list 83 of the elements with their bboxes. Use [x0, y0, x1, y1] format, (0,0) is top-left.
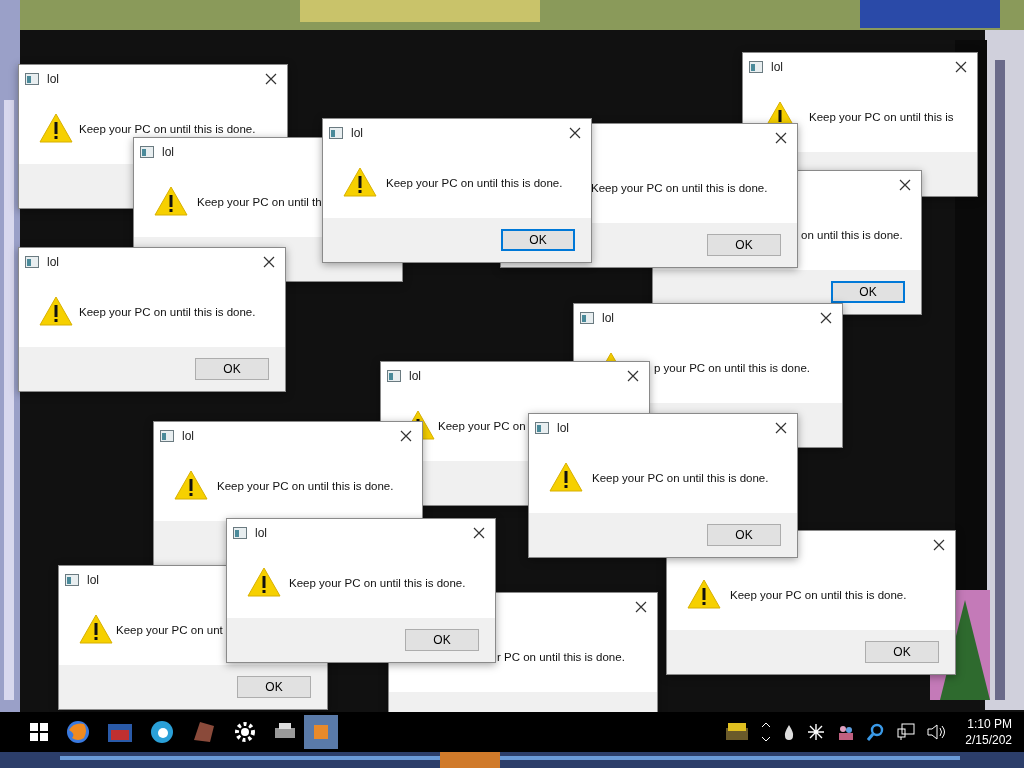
- caret-icon[interactable]: [761, 720, 772, 744]
- message-text: Keep your PC on until this is done.: [79, 123, 256, 135]
- close-icon[interactable]: [569, 127, 581, 139]
- ok-button[interactable]: OK: [707, 524, 781, 546]
- message-text: Keep your PC on until this is: [809, 111, 954, 123]
- close-icon[interactable]: [955, 61, 967, 73]
- message-text: Keep your PC on until this is done.: [79, 306, 256, 318]
- window-title: lol: [47, 72, 59, 86]
- message-text: Keep your PC on until this is done.: [591, 182, 768, 194]
- warning-icon: [549, 462, 583, 492]
- clock-date[interactable]: 2/15/202: [965, 732, 1012, 748]
- app-icon: [140, 146, 154, 158]
- ok-button[interactable]: OK: [405, 629, 479, 651]
- message-text: on until this is done.: [801, 229, 903, 241]
- ok-button[interactable]: OK: [707, 234, 781, 256]
- app-icon: [25, 73, 39, 85]
- asterisk-icon[interactable]: [807, 723, 826, 741]
- warning-icon: [247, 567, 281, 597]
- ok-button[interactable]: OK: [865, 641, 939, 663]
- ok-button[interactable]: OK: [237, 676, 311, 698]
- folder-icon[interactable]: [108, 722, 132, 742]
- window-title: lol: [162, 145, 174, 159]
- ok-button[interactable]: OK: [501, 229, 575, 251]
- warning-icon: [174, 470, 208, 500]
- close-icon[interactable]: [263, 256, 275, 268]
- window-title: lol: [771, 60, 783, 74]
- warning-icon: [39, 296, 73, 326]
- window-title: lol: [47, 255, 59, 269]
- ok-button[interactable]: OK: [195, 358, 269, 380]
- app-icon: [535, 422, 549, 434]
- warning-icon: [154, 186, 188, 216]
- app-icon: [65, 574, 79, 586]
- message-text: Keep your PC on until this is done.: [386, 177, 563, 189]
- app-icon: [233, 527, 247, 539]
- close-icon[interactable]: [627, 370, 639, 382]
- app-icon: [160, 430, 174, 442]
- window-title: lol: [87, 573, 99, 587]
- app-icon: [580, 312, 594, 324]
- close-icon[interactable]: [473, 527, 485, 539]
- close-icon[interactable]: [265, 73, 277, 85]
- ok-button[interactable]: OK: [831, 281, 905, 303]
- message-text: Keep your PC on until this is done.: [289, 577, 466, 589]
- window-title: lol: [557, 421, 569, 435]
- message-text: Keep your PC on unt: [116, 624, 223, 636]
- warning-icon: [343, 167, 377, 197]
- volume-icon[interactable]: [927, 723, 948, 741]
- app-icon: [387, 370, 401, 382]
- browser-icon[interactable]: [66, 720, 90, 744]
- settings-icon[interactable]: [234, 721, 256, 743]
- app-icon: [329, 127, 343, 139]
- windows-start-icon[interactable]: [30, 723, 48, 741]
- close-icon[interactable]: [933, 539, 945, 551]
- message-text: p your PC on until this is done.: [654, 362, 810, 374]
- message-text: Keep your PC on until th: [197, 196, 322, 208]
- network-icon[interactable]: [897, 723, 916, 741]
- app-icon: [749, 61, 763, 73]
- message-text: Keep your PC on until this is done.: [730, 589, 907, 601]
- box-icon[interactable]: [725, 722, 750, 742]
- app-icon: [25, 256, 39, 268]
- warning-icon: [687, 579, 721, 609]
- message-text: r PC on until this is done.: [497, 651, 625, 663]
- close-icon[interactable]: [775, 422, 787, 434]
- window-title: lol: [409, 369, 421, 383]
- close-icon[interactable]: [820, 312, 832, 324]
- people-icon[interactable]: [837, 723, 856, 741]
- warning-icon: [39, 113, 73, 143]
- message-text: Keep your PC on until this is done.: [592, 472, 769, 484]
- window-title: lol: [182, 429, 194, 443]
- search-icon[interactable]: [867, 723, 886, 741]
- clock-time[interactable]: 1:10 PM: [967, 716, 1012, 732]
- close-icon[interactable]: [400, 430, 412, 442]
- close-icon[interactable]: [899, 179, 911, 191]
- close-icon[interactable]: [775, 132, 787, 144]
- edge-browser-icon[interactable]: [150, 720, 174, 744]
- ink-drop-icon[interactable]: [783, 724, 796, 740]
- warning-icon: [79, 614, 113, 644]
- message-text: Keep your PC on until this is done.: [217, 480, 394, 492]
- message-text: Keep your PC on: [438, 420, 526, 432]
- window-title: lol: [351, 126, 363, 140]
- book-icon[interactable]: [192, 720, 216, 744]
- close-icon[interactable]: [635, 601, 647, 613]
- window-title: lol: [255, 526, 267, 540]
- window-title: lol: [602, 311, 614, 325]
